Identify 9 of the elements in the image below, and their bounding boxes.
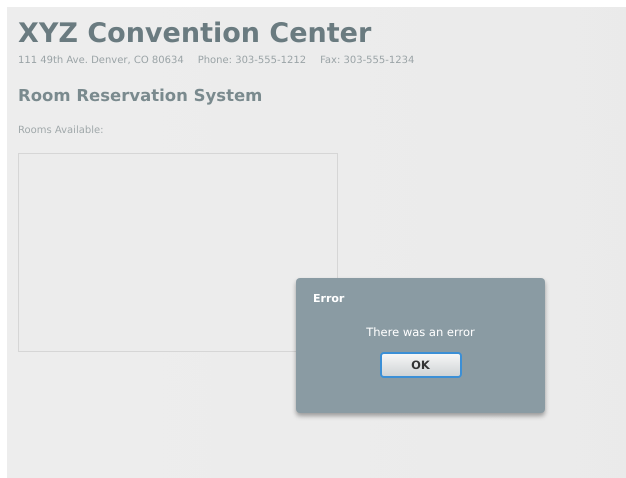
dialog-title: Error — [313, 292, 346, 305]
address-text: 111 49th Ave. Denver, CO 80634 — [18, 55, 184, 66]
section-title: Room Reservation System — [18, 86, 264, 105]
dialog-message: There was an error — [365, 325, 476, 339]
phone-text: Phone: 303-555-1212 — [198, 55, 306, 66]
ok-button[interactable]: OK — [380, 352, 462, 378]
page-title: XYZ Convention Center — [18, 17, 372, 51]
rooms-label: Rooms Available: — [18, 125, 104, 136]
fax-text: Fax: 303-555-1234 — [320, 55, 414, 66]
